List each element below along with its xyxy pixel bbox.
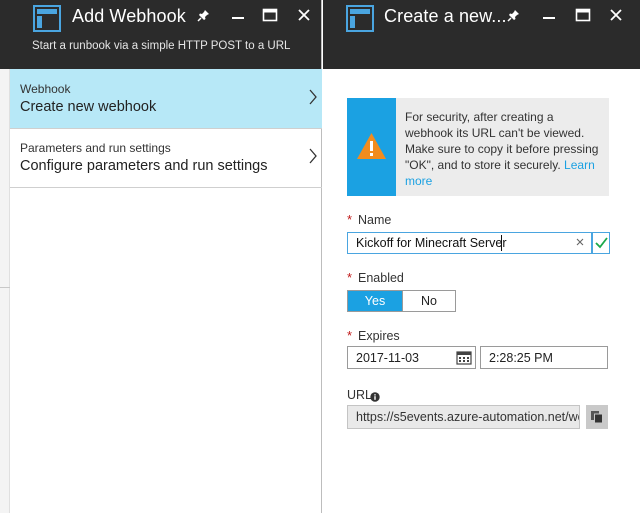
copy-icon — [591, 411, 603, 424]
webhook-item-label: Create new webhook — [20, 99, 157, 115]
enabled-toggle: Yes No — [347, 290, 456, 312]
name-valid-indicator — [592, 232, 610, 254]
maximize-icon[interactable] — [574, 6, 592, 24]
clear-icon[interactable] — [574, 235, 586, 249]
name-label: Name — [358, 213, 392, 227]
webhook-url-value: https://s5events.azure-automation.net/we… — [356, 410, 579, 424]
previous-blade-divider — [0, 287, 10, 288]
blade-title: Create a new... — [384, 6, 507, 26]
blade-subtitle: Start a runbook via a simple HTTP POST t… — [32, 40, 291, 52]
webhook-blade-icon — [346, 5, 374, 32]
add-webhook-header: Add Webhook Start a runbook via a simple… — [10, 0, 321, 69]
close-icon[interactable] — [295, 6, 313, 24]
expires-label: Expires — [358, 329, 400, 343]
minimize-icon[interactable] — [229, 6, 247, 24]
pin-icon[interactable] — [505, 6, 523, 24]
chevron-right-icon — [308, 148, 318, 164]
parameters-item-label: Configure parameters and run settings — [20, 158, 268, 174]
expires-date-input[interactable]: 2017-11-03 — [347, 346, 476, 369]
name-input[interactable]: Kickoff for Minecraft Server — [347, 232, 592, 254]
webhook-item-caption: Webhook — [20, 82, 71, 96]
add-webhook-blade: Add Webhook Start a runbook via a simple… — [10, 0, 322, 513]
expires-date-value: 2017-11-03 — [356, 351, 420, 365]
pin-icon[interactable] — [195, 6, 213, 24]
enabled-no-option[interactable]: No — [402, 291, 455, 311]
expires-time-value: 2:28:25 PM — [489, 351, 553, 365]
warning-icon — [357, 133, 386, 159]
parameters-item-caption: Parameters and run settings — [20, 141, 171, 155]
calendar-icon[interactable] — [456, 350, 472, 365]
enabled-label: Enabled — [358, 271, 404, 285]
info-text: For security, after creating a webhook i… — [405, 109, 603, 189]
previous-blade-edge — [0, 0, 10, 513]
expires-time-input[interactable]: 2:28:25 PM — [480, 346, 608, 369]
minimize-icon[interactable] — [540, 6, 558, 24]
blade-title: Add Webhook — [72, 6, 186, 26]
maximize-icon[interactable] — [261, 6, 279, 24]
webhook-item[interactable]: Webhook Create new webhook — [10, 69, 322, 129]
security-info-box: For security, after creating a webhook i… — [347, 98, 609, 196]
webhook-url-field[interactable]: https://s5events.azure-automation.net/we… — [347, 405, 580, 429]
info-icon[interactable] — [370, 389, 380, 402]
checkmark-icon — [595, 237, 608, 249]
create-webhook-header: Create a new... — [323, 0, 640, 69]
url-label: URL — [347, 388, 373, 402]
create-webhook-blade: Create a new... For security, after crea… — [323, 0, 640, 513]
close-icon[interactable] — [607, 6, 625, 24]
enabled-yes-option[interactable]: Yes — [348, 291, 402, 311]
required-marker: * — [347, 270, 353, 285]
name-value: Kickoff for Minecraft Server — [356, 236, 507, 250]
previous-blade-header — [0, 0, 10, 69]
copy-url-button[interactable] — [586, 405, 608, 429]
chevron-right-icon — [308, 89, 318, 105]
info-box-icon-area — [347, 98, 396, 196]
parameters-item[interactable]: Parameters and run settings Configure pa… — [10, 129, 322, 188]
required-marker: * — [347, 328, 353, 343]
webhook-blade-icon — [33, 5, 61, 32]
required-marker: * — [347, 212, 353, 227]
text-caret — [501, 235, 502, 251]
